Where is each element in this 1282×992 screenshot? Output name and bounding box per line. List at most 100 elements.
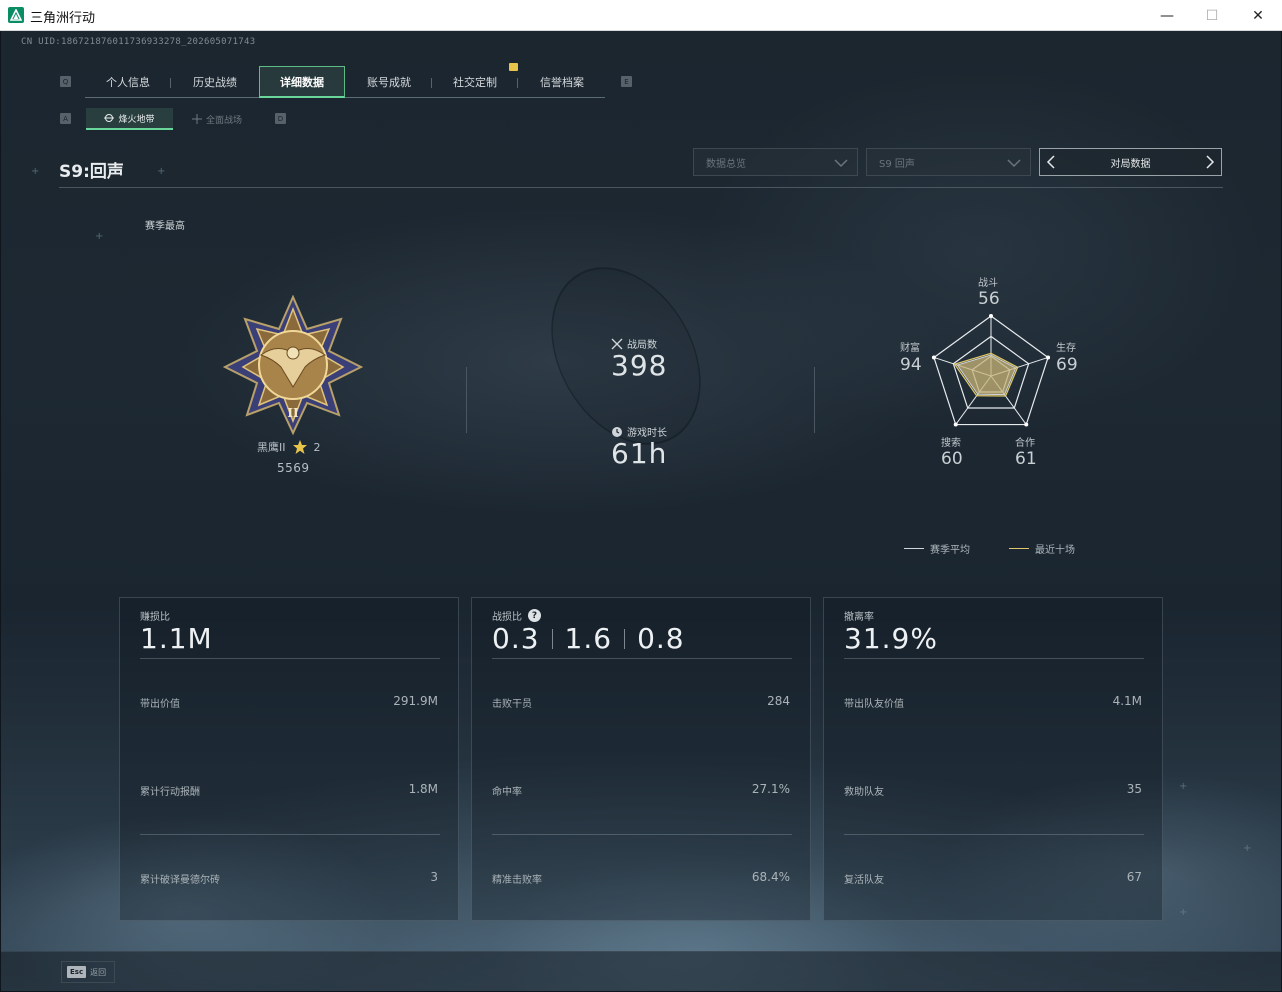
matches-value: 398 bbox=[611, 349, 668, 382]
chevron-right-icon[interactable] bbox=[1205, 154, 1215, 170]
tab-label: 社交定制 bbox=[453, 76, 497, 89]
match-nav-label: 对局数据 bbox=[1110, 158, 1151, 170]
chevron-left-icon[interactable] bbox=[1046, 154, 1056, 170]
card-label-text: 撤离率 bbox=[844, 612, 874, 623]
radar-value-wealth: 94 bbox=[900, 355, 922, 375]
tab-social-custom[interactable]: 社交定制 bbox=[432, 66, 518, 98]
decor-cross-icon: + bbox=[95, 231, 104, 242]
card-label: 撤离率 bbox=[844, 608, 874, 623]
tab-divider bbox=[517, 78, 518, 88]
data-category-dropdown[interactable]: 数据总览 bbox=[693, 148, 858, 176]
dropdown-value: 数据总览 bbox=[706, 158, 746, 170]
game-screen: + + + + + + CN UID:186721876011736933278… bbox=[1, 31, 1281, 991]
subtab-full-battlefield[interactable]: 全面战场 bbox=[177, 108, 257, 130]
decor-cross-icon: + bbox=[1179, 781, 1188, 792]
subtab-label: 烽火地带 bbox=[118, 114, 155, 125]
clock-icon bbox=[612, 426, 622, 437]
legend-label: 最近十场 bbox=[1035, 545, 1075, 556]
legend-label: 赛季平均 bbox=[930, 545, 970, 556]
legend-season-average: 赛季平均 bbox=[904, 541, 970, 556]
season-title: S9:回声 bbox=[59, 162, 124, 182]
esc-key-hint: Esc bbox=[67, 966, 87, 978]
big-value: 1.6 bbox=[564, 622, 613, 655]
row-value: 4.1M bbox=[1112, 694, 1142, 708]
card-divider bbox=[492, 834, 792, 835]
main-tab-bar: 个人信息 历史战绩 详细数据 账号成就 社交定制 信誉档案 bbox=[85, 66, 605, 98]
tab-match-history[interactable]: 历史战绩 bbox=[172, 66, 258, 98]
back-label: 返回 bbox=[90, 967, 107, 977]
tab-reputation[interactable]: 信誉档案 bbox=[519, 66, 605, 98]
card-divider bbox=[492, 658, 792, 659]
window-titlebar: 三角洲行动 — ☐ ✕ bbox=[0, 0, 1282, 31]
header-divider bbox=[59, 187, 1223, 188]
row-name: 带出队友价值 bbox=[844, 699, 904, 710]
rank-name: 黑鹰II bbox=[257, 441, 286, 454]
card-divider bbox=[844, 658, 1144, 659]
crossed-swords-icon bbox=[611, 338, 623, 349]
big-value: 1.1M bbox=[140, 622, 213, 655]
svg-text:II: II bbox=[287, 406, 299, 420]
next-tab-key-hint: E bbox=[621, 76, 632, 87]
tab-divider bbox=[170, 78, 171, 88]
row-value: 27.1% bbox=[751, 782, 790, 796]
card-label: 战损比 ? bbox=[492, 608, 541, 623]
card-main-value: 31.9% bbox=[844, 622, 938, 655]
radar-value-cooperation: 61 bbox=[1015, 449, 1037, 469]
legend-swatch bbox=[904, 548, 924, 549]
tab-personal-info[interactable]: 个人信息 bbox=[85, 66, 171, 98]
tab-detailed-data[interactable]: 详细数据 bbox=[259, 66, 345, 98]
big-value: 0.8 bbox=[637, 622, 685, 655]
tab-label: 个人信息 bbox=[106, 76, 150, 89]
radar-axis-dot bbox=[953, 422, 958, 427]
decor-cross-icon: + bbox=[1243, 843, 1252, 854]
app-logo-icon bbox=[8, 7, 24, 23]
row-value: 284 bbox=[767, 694, 790, 708]
row-value: 3 bbox=[430, 870, 438, 884]
legend-swatch bbox=[1009, 548, 1029, 549]
row-value: 291.9M bbox=[393, 694, 438, 708]
match-data-navigator[interactable]: 对局数据 bbox=[1039, 148, 1222, 176]
season-dropdown[interactable]: S9 回声 bbox=[866, 148, 1031, 176]
subtab-hazard-zone[interactable]: 烽火地带 bbox=[86, 108, 173, 130]
maximize-button[interactable]: ☐ bbox=[1189, 0, 1235, 31]
radar-axis-dot bbox=[1046, 355, 1051, 360]
row-value: 68.4% bbox=[751, 870, 790, 884]
help-icon[interactable]: ? bbox=[528, 609, 541, 622]
rank-info: 黑鹰II 2 bbox=[257, 439, 321, 455]
minimize-button[interactable]: — bbox=[1144, 0, 1190, 31]
close-button[interactable]: ✕ bbox=[1235, 0, 1281, 31]
row-value: 67 bbox=[1126, 870, 1142, 884]
row-name: 累计行动报酬 bbox=[140, 787, 200, 798]
tab-label: 历史战绩 bbox=[193, 76, 237, 89]
tab-achievements[interactable]: 账号成就 bbox=[346, 66, 432, 98]
target-icon bbox=[104, 114, 115, 122]
decor-cross-icon: + bbox=[1179, 907, 1188, 918]
card-label: 赚损比 bbox=[140, 608, 170, 623]
row-name: 带出价值 bbox=[140, 699, 180, 710]
card-label-text: 赚损比 bbox=[140, 612, 170, 623]
playtime-value: 61h bbox=[611, 437, 668, 470]
prev-subtab-key-hint: A bbox=[60, 113, 71, 124]
ability-radar-chart bbox=[931, 314, 1051, 427]
card-divider bbox=[140, 834, 440, 835]
season-best-label: 赛季最高 bbox=[145, 221, 185, 232]
profit-loss-card: 赚损比 1.1M 带出价值 291.9M 累计行动报酬 1.8M 累计破译曼德尔… bbox=[119, 597, 459, 921]
section-divider bbox=[466, 367, 467, 433]
value-separator bbox=[551, 628, 553, 649]
crosshair-icon bbox=[191, 114, 202, 124]
card-main-value: 1.1M bbox=[140, 622, 213, 655]
tab-label: 详细数据 bbox=[280, 75, 324, 89]
extraction-rate-card: 撤离率 31.9% 带出队友价值 4.1M 救助队友 35 复活队友 67 bbox=[823, 597, 1163, 921]
row-name: 救助队友 bbox=[844, 787, 884, 798]
card-main-value: 0.3 1.6 0.8 bbox=[492, 622, 685, 655]
radar-axis-dot bbox=[989, 314, 993, 318]
decor-cross-icon: + bbox=[157, 166, 166, 177]
star-icon bbox=[292, 440, 307, 454]
row-name: 击败干员 bbox=[492, 699, 532, 710]
tab-label: 信誉档案 bbox=[540, 76, 584, 89]
row-name: 复活队友 bbox=[844, 875, 884, 886]
back-button[interactable]: Esc 返回 bbox=[61, 961, 115, 983]
chevron-down-icon bbox=[1007, 159, 1021, 168]
row-value: 35 bbox=[1126, 782, 1142, 796]
rank-stars: 2 bbox=[313, 440, 321, 454]
